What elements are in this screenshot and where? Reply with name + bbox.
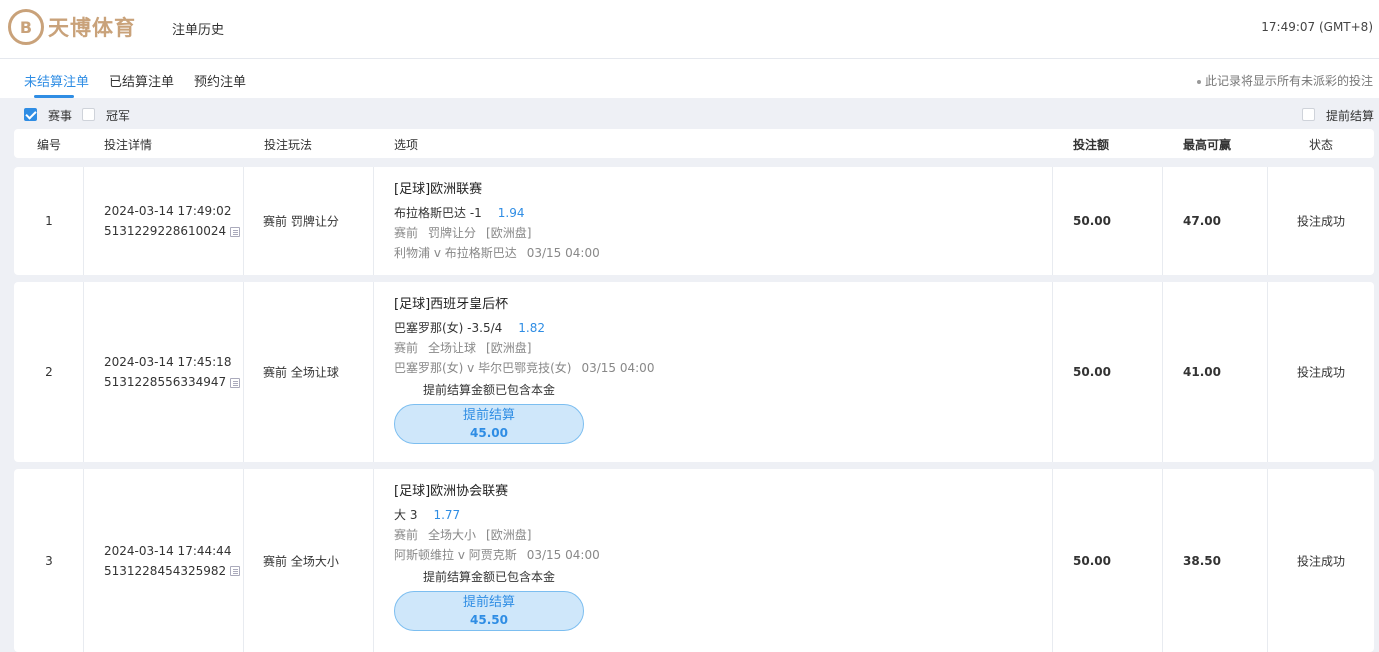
bet-number: 2 [45,365,53,379]
top-header: B 天博体育 注单历史 17:49:07 (GMT+8) [0,0,1379,59]
max-win: 47.00 [1183,214,1221,228]
cashout-label: 提前结算 [462,595,515,610]
filter-bar: 赛事 冠军 提前结算 [0,98,1379,130]
match-teams: 巴塞罗那(女) v 毕尔巴鄂竞技(女) [394,361,572,375]
cashout-button[interactable]: 提前结算 45.50 [394,591,584,631]
meta-stage: 赛前 [394,528,419,542]
league: [足球]西班牙皇后杯 [394,297,509,312]
table-row: 2 2024-03-14 17:45:18 5131228556334947 赛… [14,282,1374,462]
match-time: 03/15 04:00 [526,548,600,562]
status: 投注成功 [1296,214,1345,229]
meta-odds-type: [欧洲盘] [486,226,532,240]
odds: 1.82 [518,321,545,335]
meta-stage: 赛前 [394,341,419,355]
match-time: 03/15 04:00 [581,361,655,375]
bet-time: 2024-03-14 17:45:18 [104,355,232,369]
cashout-value: 45.00 [470,426,508,440]
table-header: 编号 投注详情 投注玩法 选项 投注额 最高可赢 状态 [14,129,1374,158]
copy-icon[interactable] [230,377,241,388]
selection: 巴塞罗那(女) -3.5/4 [394,321,503,335]
meta-stage: 赛前 [394,226,419,240]
match-teams: 利物浦 v 布拉格斯巴达 [394,246,517,260]
max-win: 41.00 [1183,365,1221,379]
bet-id: 5131228556334947 [104,375,227,389]
col-detail: 投注详情 [104,138,153,152]
stake: 50.00 [1073,214,1111,228]
bet-number: 3 [45,553,53,568]
bet-time: 2024-03-14 17:49:02 [104,204,232,218]
bet-time: 2024-03-14 17:44:44 [104,543,232,558]
match-checkbox[interactable] [24,108,37,121]
meta-odds-type: [欧洲盘] [486,528,532,542]
col-no: 编号 [37,138,62,152]
early-settle-checkbox[interactable] [1302,108,1315,121]
league: [足球]欧洲协会联赛 [394,484,509,499]
champion-checkbox[interactable] [82,108,95,121]
meta-market: 全场大小 [428,528,477,542]
bet-type: 赛前 罚牌让分 [263,214,339,229]
cashout-note: 提前结算金额已包含本金 [423,383,556,397]
clock: 17:49:07 (GMT+8) [1261,20,1373,34]
match-time: 03/15 04:00 [526,246,600,260]
odds: 1.77 [433,508,461,522]
stake: 50.00 [1073,553,1111,568]
match-teams: 阿斯顿维拉 v 阿贾克斯 [394,548,517,562]
bet-list-area: 赛事 冠军 提前结算 编号 投注详情 投注玩法 选项 投注额 最高可赢 状态 1… [0,98,1379,652]
meta-market: 全场让球 [428,341,477,355]
tab-scheduled[interactable]: 预约注单 [194,71,246,90]
cashout-note: 提前结算金额已包含本金 [423,570,556,584]
col-option: 选项 [394,138,419,152]
cashout-button[interactable]: 提前结算 45.00 [394,404,584,444]
stake: 50.00 [1073,365,1111,379]
copy-icon[interactable] [230,226,241,237]
table-row: 3 2024-03-14 17:44:44 5131228454325982 赛… [14,469,1374,652]
tab-settled[interactable]: 已结算注单 [109,71,174,90]
logo-icon: B [8,9,44,45]
selection: 布拉格斯巴达 -1 [394,206,482,220]
bet-type: 赛前 全场大小 [263,554,339,568]
brand-logo[interactable]: B 天博体育 [8,9,136,45]
league: [足球]欧洲联赛 [394,182,483,197]
col-stake: 投注额 [1073,138,1110,152]
page-title: 注单历史 [172,23,225,38]
tab-unsettled[interactable]: 未结算注单 [24,71,89,90]
col-type: 投注玩法 [264,138,313,152]
selection: 大 3 [394,508,418,522]
meta-odds-type: [欧洲盘] [486,341,532,355]
table-row: 1 2024-03-14 17:49:02 5131229228610024 赛… [14,167,1374,275]
meta-market: 罚牌让分 [428,226,477,240]
status: 投注成功 [1296,554,1345,568]
bet-id: 5131229228610024 [104,224,227,238]
cashout-value: 45.50 [470,613,508,627]
odds: 1.94 [497,206,525,220]
bet-id: 5131228454325982 [104,563,227,578]
bullet-icon [1196,79,1201,84]
max-win: 38.50 [1183,553,1221,568]
info-note-text: 此记录将显示所有未派彩的投注 [1204,74,1373,88]
cashout-label: 提前结算 [462,408,515,423]
col-status: 状态 [1309,138,1334,152]
copy-icon[interactable] [230,566,241,576]
bet-type: 赛前 全场让球 [263,365,339,380]
bet-number: 1 [45,214,53,228]
tab-bar: 未结算注单 已结算注单 预约注单 此记录将显示所有未派彩的投注 [0,60,1379,98]
champion-checkbox-label[interactable]: 冠军 [106,107,130,124]
match-checkbox-label[interactable]: 赛事 [48,107,72,124]
info-note: 此记录将显示所有未派彩的投注 [1196,72,1373,89]
status: 投注成功 [1296,365,1345,380]
col-max-win: 最高可赢 [1183,138,1232,152]
early-settle-checkbox-label[interactable]: 提前结算 [1326,107,1374,124]
logo-text: 天博体育 [48,16,136,40]
